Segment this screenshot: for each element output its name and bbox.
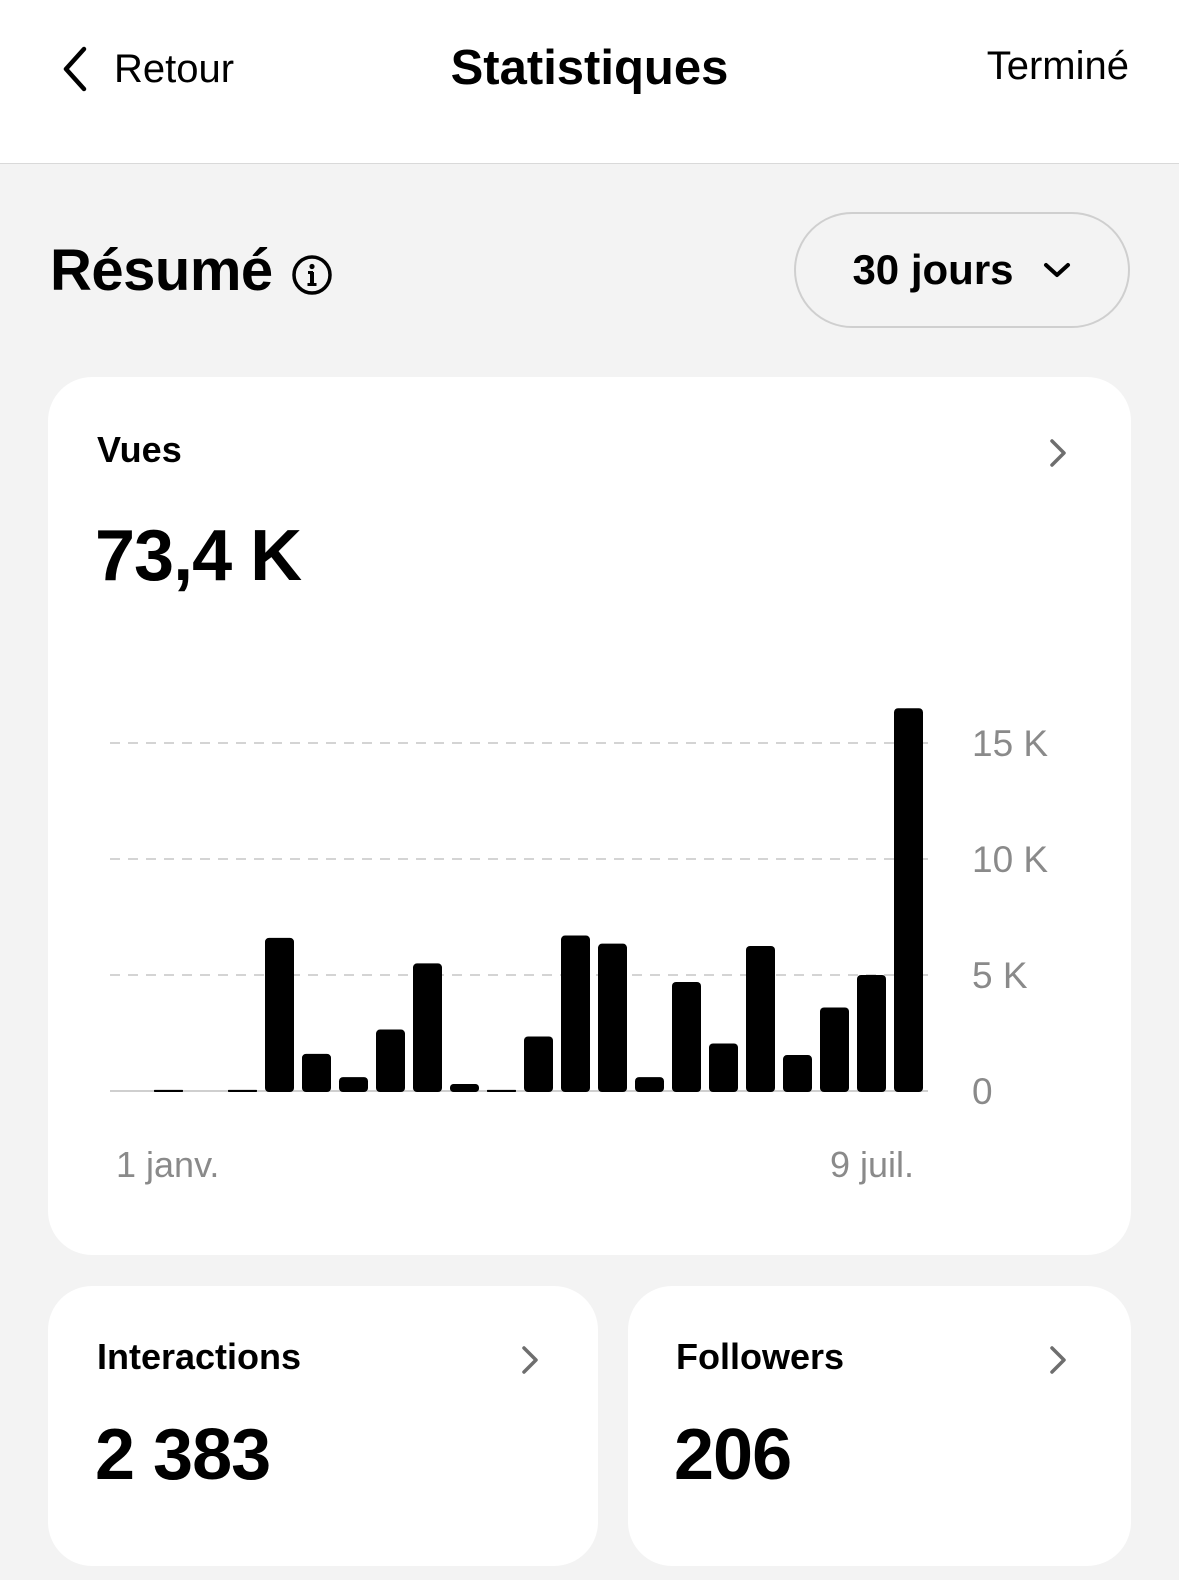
summary-title: Résumé <box>50 238 273 303</box>
y-tick-label: 0 <box>972 1071 993 1112</box>
x-start-label: 1 janv. <box>116 1144 219 1185</box>
chart-bar[interactable] <box>783 1055 812 1092</box>
done-button[interactable]: Terminé <box>987 44 1129 89</box>
chart-bar[interactable] <box>561 935 590 1092</box>
chart-bar[interactable] <box>487 1089 516 1092</box>
y-tick-label: 15 K <box>972 723 1048 764</box>
y-tick-label: 5 K <box>972 955 1028 996</box>
x-end-label: 9 juil. <box>830 1144 914 1185</box>
followers-card[interactable]: Followers 206 <box>628 1286 1131 1566</box>
chart-bar[interactable] <box>598 943 627 1092</box>
chart-bar[interactable] <box>228 1089 257 1092</box>
chart-bar[interactable] <box>524 1036 553 1092</box>
chart-bar[interactable] <box>746 946 775 1092</box>
interactions-value: 2 383 <box>95 1415 271 1495</box>
chart-bar[interactable] <box>635 1077 664 1092</box>
chart-bar[interactable] <box>302 1053 331 1092</box>
followers-value: 206 <box>674 1415 792 1495</box>
info-icon[interactable] <box>291 254 333 296</box>
followers-label: Followers <box>676 1336 845 1377</box>
chart-bar[interactable] <box>339 1077 368 1092</box>
period-label: 30 jours <box>852 246 1014 293</box>
chart-bar[interactable] <box>820 1007 849 1092</box>
navigation-bar: Retour Statistiques Terminé <box>0 0 1179 164</box>
chart-bar[interactable] <box>894 708 923 1092</box>
chevron-right-icon[interactable] <box>1048 1344 1068 1376</box>
chevron-down-icon <box>1043 263 1070 277</box>
chart-bar[interactable] <box>376 1029 405 1092</box>
views-bar-chart: 0 5 K 10 K 15 K 1 janv. 9 juil. <box>110 708 1048 1185</box>
chart-bar[interactable] <box>857 975 886 1092</box>
chart-bar[interactable] <box>672 981 701 1092</box>
y-tick-label: 10 K <box>972 839 1048 880</box>
chart-bar[interactable] <box>413 963 442 1092</box>
interactions-card[interactable]: Interactions 2 383 <box>48 1286 598 1566</box>
views-card[interactable]: Vues 73,4 K 05 K 10 K 15 K1 janv. 9 juil. <box>48 377 1131 1255</box>
chevron-right-icon[interactable] <box>520 1344 540 1376</box>
period-dropdown[interactable]: 30 jours <box>794 212 1130 328</box>
chart-bar[interactable] <box>265 937 294 1092</box>
chart-bar[interactable] <box>154 1089 183 1092</box>
interactions-label: Interactions <box>97 1336 302 1377</box>
chart-bar[interactable] <box>450 1084 479 1092</box>
chart-bar[interactable] <box>709 1043 738 1092</box>
